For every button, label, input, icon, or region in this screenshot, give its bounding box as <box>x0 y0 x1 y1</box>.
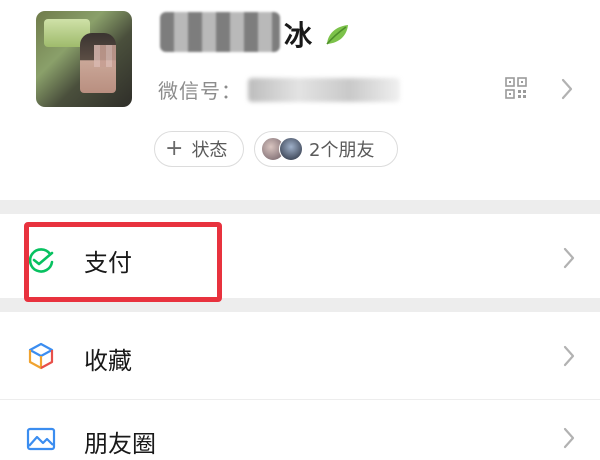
menu-item-favorites[interactable]: 收藏 <box>0 312 600 400</box>
menu-item-label: 朋友圈 <box>84 430 156 458</box>
status-button-label: 状态 <box>191 140 228 161</box>
status-button[interactable]: + 状态 <box>154 131 244 167</box>
nickname: 冰 <box>284 19 313 52</box>
menu-item-label: 支付 <box>84 249 132 277</box>
plus-icon: + <box>165 136 184 161</box>
chevron-right-icon <box>563 345 575 367</box>
chevron-right-icon[interactable] <box>560 77 574 101</box>
wechat-id-redacted <box>248 78 400 102</box>
friend-avatar <box>279 137 303 161</box>
leaf-icon <box>326 25 348 45</box>
friends-button-label: 2个朋友 <box>309 140 375 161</box>
avatar-mosaic <box>94 45 116 67</box>
cube-icon <box>28 342 54 370</box>
menu-item-moments[interactable]: 朋友圈 <box>0 400 600 460</box>
menu-item-pay[interactable]: 支付 <box>0 214 600 298</box>
qr-code-icon[interactable] <box>505 77 527 99</box>
profile-header[interactable]: 冰 微信号： + 状态 2个朋友 <box>0 0 600 200</box>
wechat-pay-icon <box>28 248 54 273</box>
section-divider <box>0 200 600 214</box>
wechat-id-label: 微信号： <box>158 79 242 103</box>
friends-button[interactable]: 2个朋友 <box>254 131 398 167</box>
chevron-right-icon <box>563 247 575 269</box>
nickname-redacted <box>160 12 280 52</box>
avatar[interactable] <box>36 11 132 107</box>
chevron-right-icon <box>563 427 575 449</box>
menu-item-label: 收藏 <box>84 347 132 375</box>
section-divider <box>0 298 600 312</box>
